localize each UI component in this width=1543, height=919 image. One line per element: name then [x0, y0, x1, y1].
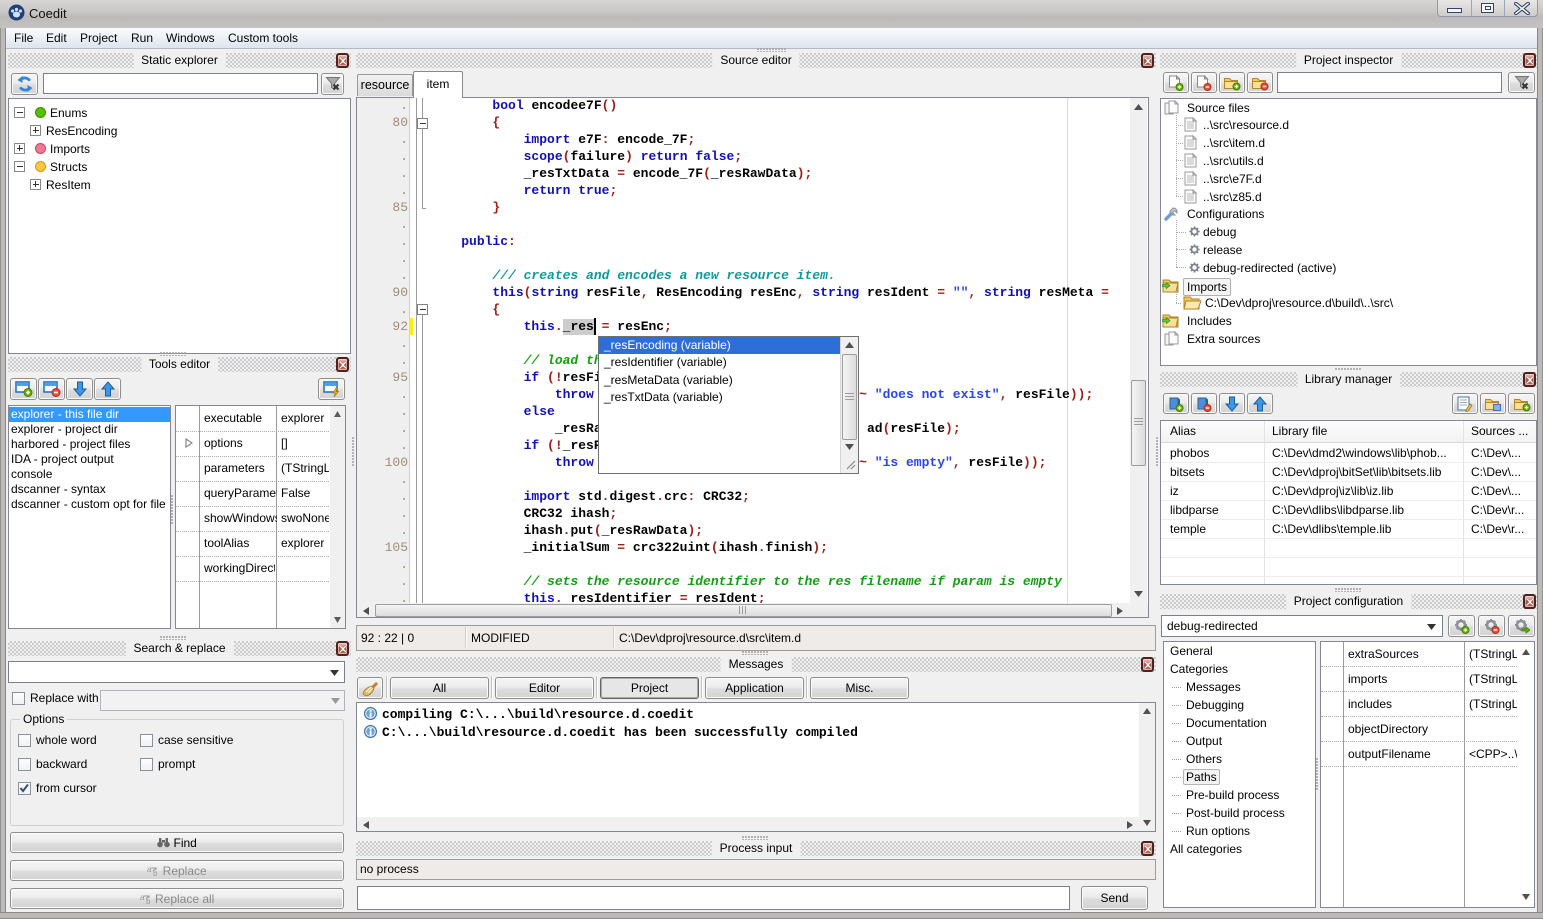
svg-text:b: b	[153, 869, 158, 876]
svg-text:b: b	[146, 897, 151, 904]
svg-text:a: a	[147, 865, 152, 874]
svg-text:a: a	[140, 893, 145, 902]
